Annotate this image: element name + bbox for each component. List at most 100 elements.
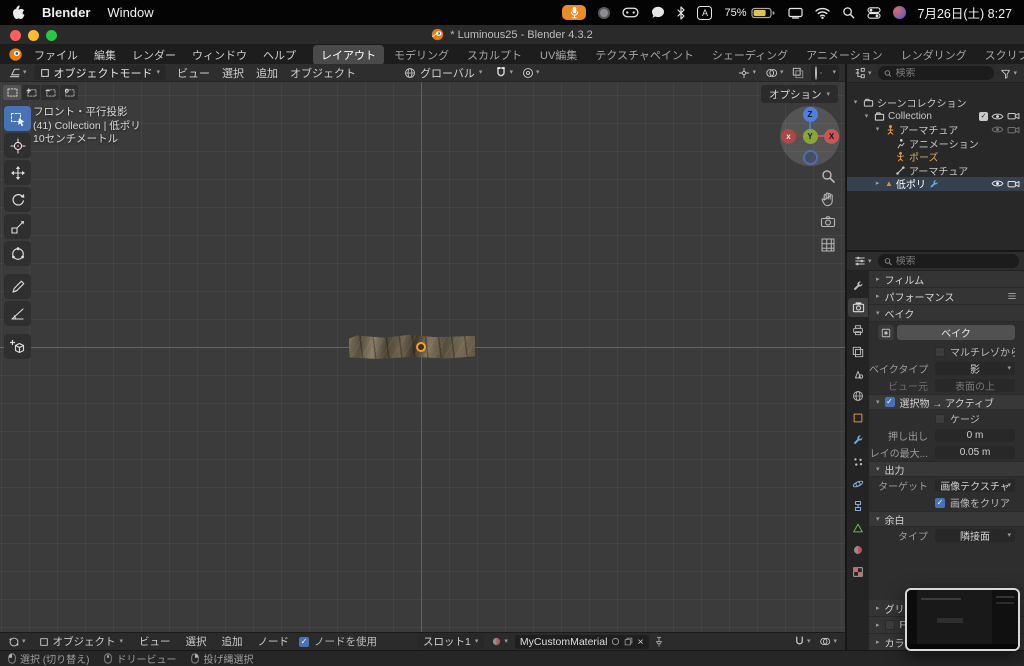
outliner-filter-button[interactable]: ▾	[998, 68, 1019, 79]
window-menu[interactable]: Window	[107, 5, 153, 20]
bake-type-dropdown[interactable]: 影 ▾	[935, 362, 1015, 375]
pin-icon[interactable]	[654, 636, 664, 647]
section-bake[interactable]: ▾ ベイク	[869, 305, 1024, 322]
shader-editor-type-button[interactable]: ▾	[6, 636, 28, 648]
outliner-row-lowpoly[interactable]: ▸ ▲ 低ポリ	[847, 177, 1024, 191]
selected-to-active-checkbox[interactable]: ✓	[885, 397, 895, 407]
properties-search-input[interactable]	[896, 256, 1013, 267]
tab-render[interactable]	[848, 298, 868, 317]
workspace-tab-layout[interactable]: レイアウト	[313, 45, 384, 65]
shader-type-dropdown[interactable]: オブジェクト ▾	[33, 634, 130, 649]
hide-eye-icon[interactable]	[991, 125, 1004, 134]
tab-view-layer[interactable]	[848, 342, 868, 361]
workspace-tab-animation[interactable]: アニメーション	[798, 45, 891, 65]
slot-dropdown[interactable]: スロット1 ▾	[417, 634, 484, 649]
gizmo-axis-z[interactable]: Z	[803, 107, 818, 122]
select-box-tool[interactable]	[4, 106, 31, 131]
outliner-search-input[interactable]	[895, 68, 988, 79]
spotlight-search-icon[interactable]	[842, 6, 855, 19]
extrusion-field[interactable]: 0 m	[935, 429, 1015, 442]
clear-image-checkbox[interactable]: ✓	[935, 498, 945, 508]
cage-checkbox[interactable]	[935, 414, 945, 424]
tab-constraints[interactable]	[848, 496, 868, 515]
section-film[interactable]: ▸ フィルム	[869, 271, 1024, 288]
tab-modifiers[interactable]	[848, 430, 868, 449]
input-source-icon[interactable]: A	[697, 6, 712, 20]
menu-file[interactable]: ファイル	[27, 47, 85, 63]
bake-button[interactable]: ベイク	[897, 325, 1015, 340]
siri-icon[interactable]	[893, 6, 906, 19]
minimize-window-button[interactable]	[28, 30, 39, 41]
gizmo-axis-z-neg[interactable]	[803, 150, 818, 165]
menu-edit[interactable]: 編集	[87, 47, 123, 63]
snap-node-button[interactable]: ▾	[792, 636, 813, 647]
outliner-row-armature-data[interactable]: アーマチュア	[847, 164, 1024, 178]
blender-app-icon[interactable]	[8, 47, 23, 62]
overlays-button[interactable]: ▾	[763, 67, 786, 79]
select-mode-subtract-button[interactable]	[41, 85, 59, 100]
outliner-row-collection[interactable]: ▾ Collection ✓	[847, 110, 1024, 124]
annotate-tool[interactable]	[4, 274, 31, 299]
viewport-menu-view[interactable]: ビュー	[171, 65, 216, 81]
screen-recording-preview[interactable]	[905, 588, 1020, 651]
use-nodes-checkbox[interactable]: ✓	[299, 637, 309, 647]
hide-eye-icon[interactable]	[991, 112, 1004, 121]
xray-toggle-button[interactable]	[790, 67, 806, 79]
view-from-dropdown[interactable]: 表面の上	[935, 379, 1015, 392]
section-performance[interactable]: ▸ パフォーマンス	[869, 288, 1024, 305]
viewport-3d[interactable]: オプション ▾ フロント・平行投影 (41) Collection | 低ポリ …	[0, 82, 845, 632]
shader-menu-select[interactable]: 選択	[181, 634, 212, 649]
shading-material-button[interactable]	[824, 72, 826, 74]
wifi-icon[interactable]	[815, 7, 830, 19]
margin-type-dropdown[interactable]: 隣接面 ▾	[935, 529, 1015, 542]
select-mode-new-button[interactable]	[3, 85, 21, 100]
cursor-tool[interactable]	[4, 133, 31, 158]
gizmo-axis-y[interactable]: Y	[803, 129, 818, 144]
select-mode-intersect-button[interactable]	[60, 85, 78, 100]
subsection-output[interactable]: ▾ 出力	[869, 461, 1024, 477]
apple-menu-icon[interactable]	[12, 5, 25, 20]
tool-options-dropdown[interactable]: オプション ▾	[761, 85, 838, 103]
shader-menu-node[interactable]: ノード	[253, 634, 295, 649]
properties-editor-type-button[interactable]: ▾	[852, 255, 874, 267]
shader-menu-view[interactable]: ビュー	[134, 634, 176, 649]
subsection-margin[interactable]: ▾ 余白	[869, 511, 1024, 527]
properties-search[interactable]	[878, 254, 1019, 268]
outliner-editor-type-button[interactable]: ▾	[852, 67, 874, 79]
editor-type-button[interactable]: ▾	[6, 66, 29, 79]
bluetooth-icon[interactable]	[677, 6, 685, 20]
material-name-field[interactable]: MyCustomMaterial ×	[515, 635, 649, 649]
tab-world[interactable]	[848, 386, 868, 405]
game-controller-icon[interactable]	[622, 7, 639, 18]
disable-render-camera-icon[interactable]	[1007, 125, 1020, 135]
pan-hand-button[interactable]	[820, 191, 836, 207]
gizmo-axis-x-neg[interactable]: x	[781, 129, 796, 144]
control-center-icon[interactable]	[867, 6, 881, 20]
select-mode-extend-button[interactable]	[22, 85, 40, 100]
show-gizmo-button[interactable]: ▾	[736, 67, 758, 79]
tab-texture[interactable]	[848, 562, 868, 581]
subsection-selected-to-active[interactable]: ▾ ✓ 選択物 → アクティブ	[869, 394, 1024, 410]
tab-material[interactable]	[848, 540, 868, 559]
unlink-material-icon[interactable]: ×	[637, 636, 643, 648]
panel-menu-icon[interactable]	[1007, 291, 1017, 301]
rotate-tool[interactable]	[4, 187, 31, 212]
chat-bubble-icon[interactable]	[651, 6, 665, 19]
workspace-tab-sculpting[interactable]: スカルプト	[459, 45, 530, 65]
freestyle-checkbox[interactable]	[885, 620, 895, 630]
overlay-node-button[interactable]: ▾	[817, 636, 839, 647]
menu-window[interactable]: ウィンドウ	[185, 47, 254, 63]
close-window-button[interactable]	[10, 30, 21, 41]
collection-checkbox[interactable]: ✓	[979, 112, 988, 121]
mode-dropdown[interactable]: オブジェクトモード ▾	[34, 65, 167, 80]
mesh-object-lowpoly[interactable]	[349, 334, 475, 360]
camera-view-button[interactable]	[820, 214, 836, 230]
zoom-button[interactable]	[820, 168, 836, 184]
duplicate-material-icon[interactable]	[624, 637, 633, 646]
tab-particles[interactable]	[848, 452, 868, 471]
shading-dropdown-icon[interactable]: ▾	[832, 69, 836, 76]
toggle-ortho-button[interactable]	[820, 237, 836, 253]
viewport-menu-object[interactable]: オブジェクト	[284, 65, 362, 81]
move-tool[interactable]	[4, 160, 31, 185]
navigation-gizmo[interactable]: Z x Y X	[780, 106, 840, 166]
